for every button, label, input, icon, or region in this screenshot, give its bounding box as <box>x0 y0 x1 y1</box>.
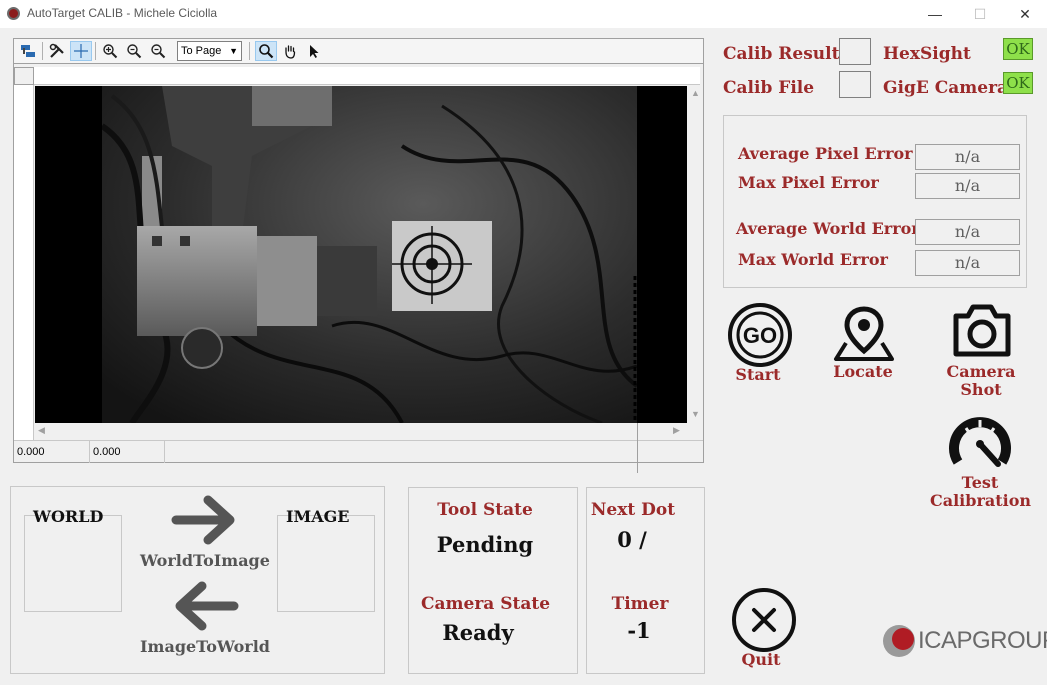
viewer-toolbar: To Page ▼ <box>13 38 704 63</box>
locate-button[interactable]: Locate <box>828 305 898 390</box>
viewer-status-bar: 0.000 0.000 <box>14 440 703 463</box>
timer-value: -1 <box>627 618 651 643</box>
locate-label: Locate <box>833 362 893 381</box>
test-calibration-label-1: Test <box>961 473 999 492</box>
camera-state-label: Camera State <box>420 594 551 614</box>
vertical-scrollbar[interactable]: ▲ ▼ <box>687 86 703 423</box>
magnifier-icon[interactable] <box>255 41 277 61</box>
scroll-left-icon[interactable]: ◀ <box>38 425 45 436</box>
avg-world-error-label: Average World Error <box>736 219 920 238</box>
camera-shot-button[interactable]: Camera Shot <box>943 300 1019 400</box>
max-pixel-error-label: Max Pixel Error <box>738 173 879 192</box>
max-pixel-error-field: n/a <box>915 173 1020 199</box>
hexsight-status: OK <box>1003 38 1033 60</box>
status-y-coordinate: 0.000 <box>90 441 165 463</box>
window-title: AutoTarget CALIB - Michele Ciciolla <box>27 6 218 20</box>
hand-icon[interactable] <box>279 41 301 61</box>
zoom-mode-value: To Page <box>181 45 222 57</box>
scroll-up-icon[interactable]: ▲ <box>691 88 700 98</box>
world-to-image-button[interactable]: WorldToImage <box>140 492 270 572</box>
map-pin-icon <box>834 306 894 361</box>
close-circle-icon <box>732 588 796 652</box>
app-icon <box>7 7 20 20</box>
tool-state-value: Pending <box>436 532 534 557</box>
logo-mark-icon <box>883 625 915 657</box>
horizontal-scrollbar[interactable]: ◀ ▶ <box>35 423 687 439</box>
calib-result-label: Calib Result <box>723 44 840 64</box>
camera-image[interactable] <box>100 86 639 425</box>
max-world-error-label: Max World Error <box>738 250 888 269</box>
start-button[interactable]: GO Start <box>725 302 795 392</box>
icap-group-logo: ICAPGROUP <box>882 622 1047 662</box>
next-dot-value: 0 / <box>617 527 647 552</box>
world-to-image-label: WorldToImage <box>140 551 270 570</box>
zoom-in-icon[interactable] <box>123 41 145 61</box>
crosshair-icon[interactable] <box>70 41 92 61</box>
zoom-out-icon[interactable] <box>147 41 169 61</box>
tools-icon[interactable] <box>46 41 68 61</box>
avg-world-error-field: n/a <box>915 219 1020 245</box>
go-icon-text: GO <box>743 323 777 348</box>
layers-icon[interactable] <box>17 41 39 61</box>
chevron-down-icon: ▼ <box>229 46 238 56</box>
avg-pixel-error-label: Average Pixel Error <box>738 144 913 163</box>
quit-button[interactable]: Quit <box>728 587 800 672</box>
zoom-mode-select[interactable]: To Page ▼ <box>177 41 242 61</box>
world-label: WORLD <box>33 507 104 526</box>
avg-pixel-error-field: n/a <box>915 144 1020 170</box>
max-world-error-field: n/a <box>915 250 1020 276</box>
image-label: IMAGE <box>286 507 350 526</box>
calib-file-label: Calib File <box>723 78 815 98</box>
start-label: Start <box>735 365 781 384</box>
scroll-down-icon[interactable]: ▼ <box>691 409 700 419</box>
image-to-world-button[interactable]: ImageToWorld <box>140 578 270 658</box>
tool-state-label: Tool State <box>437 500 533 520</box>
camera-icon <box>953 304 1011 357</box>
logo-text: ICAPGROUP <box>918 627 1047 654</box>
world-box <box>24 515 122 612</box>
zoom-fit-icon[interactable] <box>99 41 121 61</box>
arrow-right-icon <box>171 495 235 545</box>
calib-result-indicator <box>839 38 871 65</box>
camera-state-value: Ready <box>442 620 514 645</box>
next-dot-label: Next Dot <box>590 500 676 520</box>
camera-shot-label-1: Camera <box>946 362 1016 381</box>
image-box <box>277 515 375 612</box>
test-calibration-button[interactable]: Test Calibration <box>930 412 1032 512</box>
arrow-left-icon <box>175 581 239 631</box>
crosshair-line <box>637 423 638 473</box>
ruler-corner <box>14 67 34 85</box>
horizontal-ruler <box>14 67 700 85</box>
hexsight-label: HexSight <box>883 44 971 64</box>
gauge-icon <box>949 417 1011 467</box>
timer-label: Timer <box>611 594 669 614</box>
test-calibration-label-2: Calibration <box>930 491 1032 510</box>
minimize-button[interactable]: — <box>912 0 958 28</box>
gige-camera-label: GigE Camera <box>883 78 1009 98</box>
status-x-coordinate: 0.000 <box>14 441 90 463</box>
pointer-icon[interactable] <box>303 41 325 61</box>
go-icon: GO <box>728 303 792 367</box>
close-button[interactable]: ✕ <box>1002 0 1047 28</box>
calib-file-indicator <box>839 71 871 98</box>
maximize-button[interactable]: ☐ <box>957 0 1003 28</box>
camera-shot-label-2: Shot <box>960 380 1002 399</box>
image-to-world-label: ImageToWorld <box>140 637 270 656</box>
gige-camera-status: OK <box>1003 72 1033 94</box>
scroll-right-icon[interactable]: ▶ <box>673 425 680 436</box>
vertical-ruler <box>14 85 34 440</box>
quit-label: Quit <box>741 650 781 669</box>
